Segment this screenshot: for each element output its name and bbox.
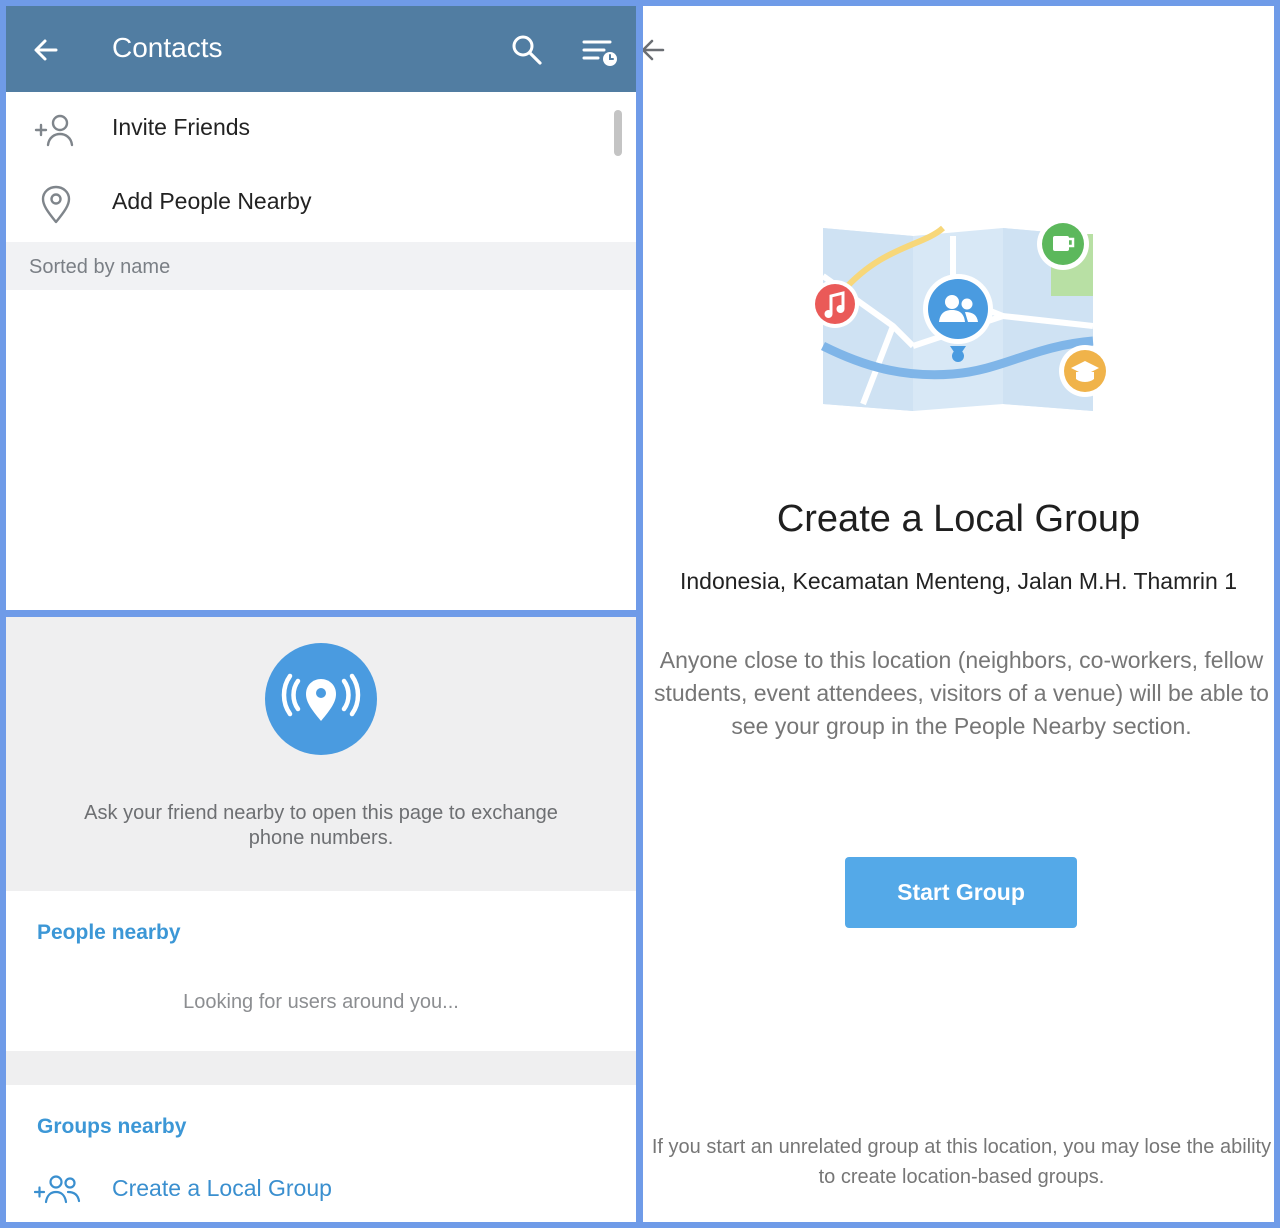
- people-nearby-screen: Ask your friend nearby to open this page…: [6, 617, 636, 1222]
- back-arrow-icon[interactable]: [30, 34, 62, 66]
- local-group-title: Create a Local Group: [776, 498, 1141, 540]
- local-group-description: Anyone close to this location (neighbors…: [654, 647, 1269, 739]
- create-local-group-screen: Create a Local Group Indonesia, Kecamata…: [643, 6, 1274, 1222]
- nearby-hint-text: Ask your friend nearby to open this page…: [84, 802, 558, 849]
- add-people-nearby-item[interactable]: Add People Nearby: [6, 166, 636, 240]
- invite-friends-item[interactable]: Invite Friends: [6, 92, 636, 166]
- sorted-label: Sorted by name: [29, 256, 171, 278]
- add-people-nearby-label: Add People Nearby: [112, 188, 312, 214]
- people-nearby-header: People nearby: [37, 921, 181, 944]
- add-person-icon: [34, 114, 74, 147]
- sorted-section-header: Sorted by name: [6, 242, 636, 290]
- section-divider: [6, 1051, 636, 1085]
- contacts-app-bar: Contacts: [6, 6, 636, 92]
- groups-nearby-header: Groups nearby: [37, 1115, 187, 1138]
- invite-friends-label: Invite Friends: [112, 114, 251, 140]
- map-illustration: [811, 218, 1111, 411]
- create-local-group-item[interactable]: Create a Local Group: [6, 1165, 636, 1215]
- searching-status: Looking for users around you...: [183, 991, 459, 1013]
- warning-text: If you start an unrelated group at this …: [651, 1136, 1272, 1188]
- add-group-icon: [34, 1175, 81, 1204]
- scrollbar[interactable]: [614, 110, 622, 156]
- page-title: Contacts: [112, 32, 223, 63]
- start-group-button[interactable]: Start Group: [845, 857, 1077, 928]
- back-arrow-icon[interactable]: [643, 34, 669, 66]
- location-broadcast-icon: [265, 643, 377, 755]
- sort-by-time-icon[interactable]: [580, 34, 620, 68]
- search-icon[interactable]: [510, 33, 544, 67]
- create-local-group-label: Create a Local Group: [112, 1175, 332, 1201]
- contacts-screen: Contacts Invite Friends Add People Nearb…: [6, 6, 636, 610]
- nearby-intro: Ask your friend nearby to open this page…: [6, 617, 636, 891]
- location-pin-icon: [41, 185, 71, 224]
- location-address: Indonesia, Kecamatan Menteng, Jalan M.H.…: [680, 568, 1237, 594]
